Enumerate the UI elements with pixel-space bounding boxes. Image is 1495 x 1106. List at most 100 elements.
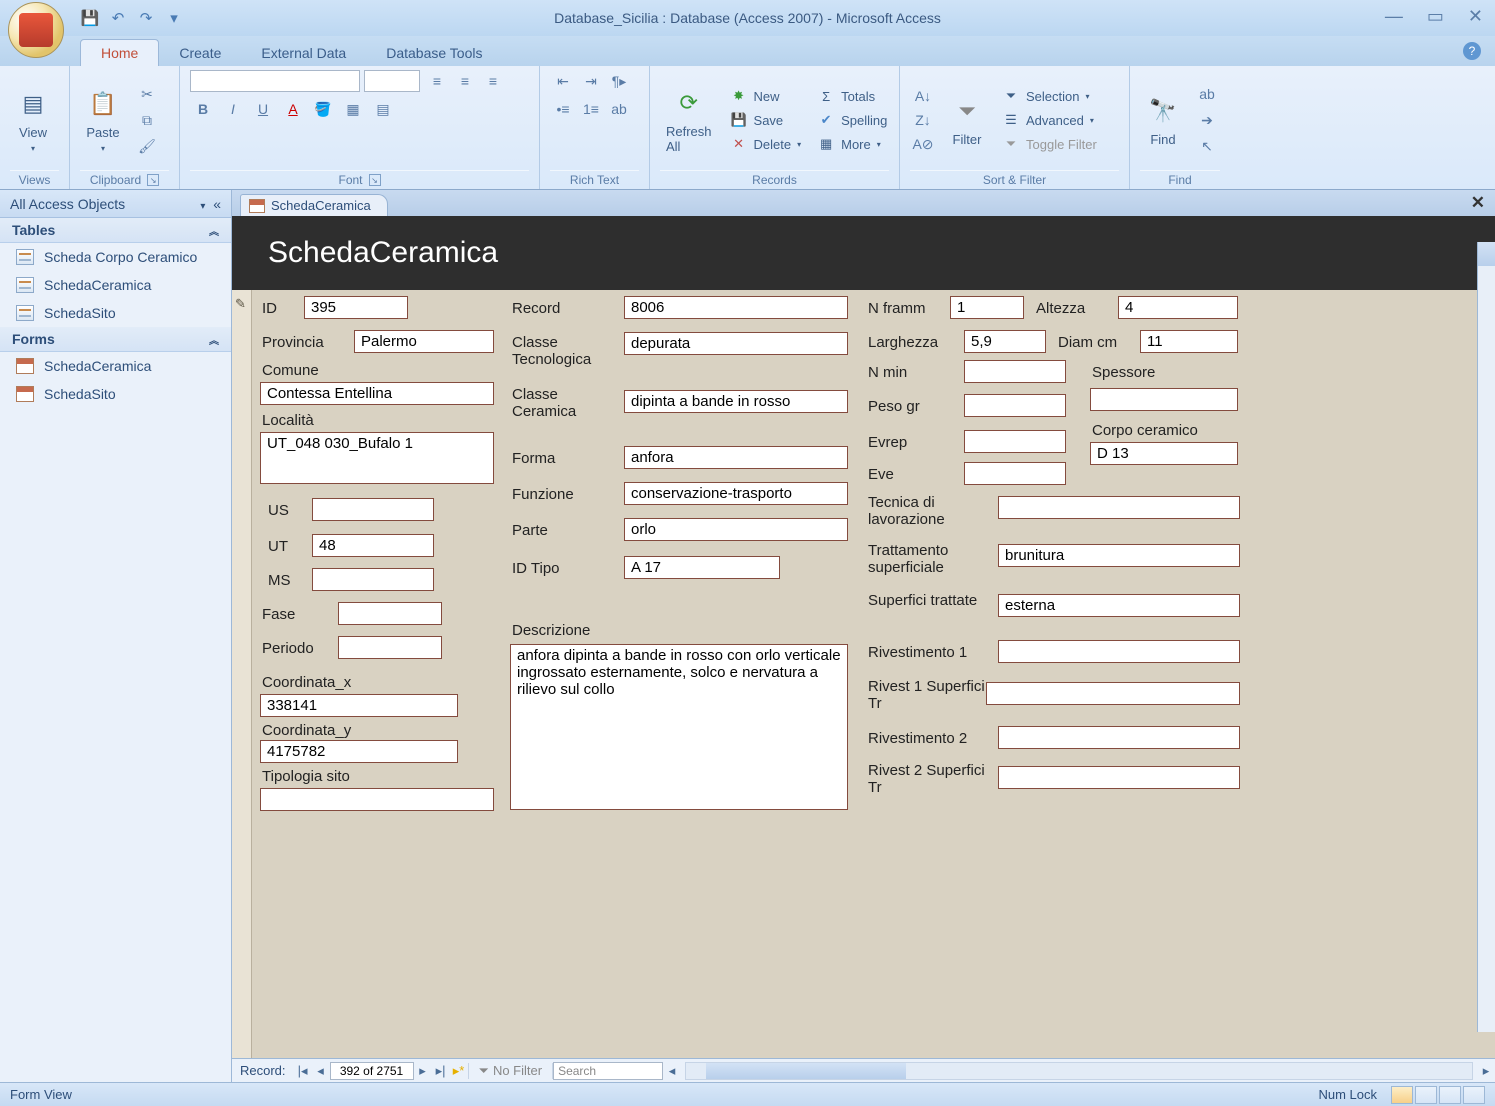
field-comune[interactable]	[260, 382, 494, 405]
font-name-combo[interactable]	[190, 70, 360, 92]
record-search-input[interactable]	[553, 1062, 663, 1080]
font-dialog-launcher[interactable]: ↘	[369, 174, 381, 186]
field-peso[interactable]	[964, 394, 1066, 417]
vertical-scrollbar[interactable]	[1477, 242, 1495, 1032]
gridlines-icon[interactable]: ▦	[340, 98, 366, 120]
fill-color-icon[interactable]: 🪣	[310, 98, 336, 120]
field-classe-cer[interactable]	[624, 390, 848, 413]
font-color-icon[interactable]: A	[280, 98, 306, 120]
field-tratt-sup[interactable]	[998, 544, 1240, 567]
copy-icon[interactable]: ⧉	[134, 109, 160, 131]
new-record-button[interactable]: ▸*	[450, 1062, 468, 1080]
field-corpo[interactable]	[1090, 442, 1238, 465]
view-datasheet-button[interactable]	[1415, 1086, 1437, 1104]
sort-desc-icon[interactable]: Z↓	[910, 109, 936, 131]
field-coord-x[interactable]	[260, 694, 458, 717]
view-form-button[interactable]	[1391, 1086, 1413, 1104]
nav-section-tables[interactable]: Tables︽	[0, 218, 231, 243]
more-button[interactable]: ▦More▾	[813, 134, 891, 154]
increase-list-icon[interactable]: ⇥	[578, 70, 604, 92]
delete-record-button[interactable]: ✕Delete▾	[726, 134, 806, 154]
shutter-collapse-icon[interactable]: «	[213, 196, 221, 212]
bullets-icon[interactable]: •≡	[550, 98, 576, 120]
field-riv1st[interactable]	[986, 682, 1240, 705]
field-fase[interactable]	[338, 602, 442, 625]
find-button[interactable]: 🔭Find	[1140, 92, 1186, 149]
field-eve[interactable]	[964, 462, 1066, 485]
scroll-thumb[interactable]	[706, 1063, 906, 1079]
field-id[interactable]	[304, 296, 408, 319]
align-right-icon[interactable]: ≡	[480, 70, 506, 92]
alt-row-color-icon[interactable]: ▤	[370, 98, 396, 120]
save-icon[interactable]: 💾	[80, 8, 100, 28]
field-classe-tecn[interactable]	[624, 332, 848, 355]
totals-button[interactable]: ΣTotals	[813, 86, 891, 106]
field-parte[interactable]	[624, 518, 848, 541]
toggle-filter-button[interactable]: ⏷Toggle Filter	[998, 134, 1101, 154]
goto-icon[interactable]: ➔	[1194, 109, 1220, 131]
select-icon[interactable]: ↖	[1194, 135, 1220, 157]
field-periodo[interactable]	[338, 636, 442, 659]
undo-icon[interactable]: ↶	[108, 8, 128, 28]
format-painter-icon[interactable]: 🖌	[134, 135, 160, 157]
field-riv1[interactable]	[998, 640, 1240, 663]
field-spessore[interactable]	[1090, 388, 1238, 411]
underline-button[interactable]: U	[250, 98, 276, 120]
paste-button[interactable]: 📋Paste▾	[80, 85, 126, 155]
qat-customize-icon[interactable]: ▾	[164, 8, 184, 28]
horizontal-scrollbar[interactable]	[685, 1062, 1473, 1080]
clear-sort-icon[interactable]: A⊘	[910, 133, 936, 155]
view-layout-button[interactable]	[1439, 1086, 1461, 1104]
nav-section-forms[interactable]: Forms︽	[0, 327, 231, 352]
nav-header[interactable]: All Access Objects ▾ «	[0, 190, 231, 218]
field-localita[interactable]	[260, 432, 494, 484]
nav-item-table[interactable]: Scheda Corpo Ceramico	[0, 243, 231, 271]
office-button[interactable]	[8, 2, 64, 58]
field-evrep[interactable]	[964, 430, 1066, 453]
first-record-button[interactable]: |◂	[294, 1062, 312, 1080]
selection-button[interactable]: ⏷Selection▾	[998, 86, 1101, 106]
field-record[interactable]	[624, 296, 848, 319]
close-document-button[interactable]: ✕	[1471, 193, 1485, 213]
sort-asc-icon[interactable]: A↓	[910, 85, 936, 107]
hscroll-left-button[interactable]: ◂	[663, 1062, 681, 1080]
record-selector-gutter[interactable]	[232, 290, 252, 1058]
field-altezza[interactable]	[1118, 296, 1238, 319]
field-tecnica[interactable]	[998, 496, 1240, 519]
ltr-icon[interactable]: ¶▸	[606, 70, 632, 92]
field-nmin[interactable]	[964, 360, 1066, 383]
field-us[interactable]	[312, 498, 434, 521]
save-record-button[interactable]: 💾Save	[726, 110, 806, 130]
minimize-button[interactable]: —	[1385, 6, 1403, 27]
field-forma[interactable]	[624, 446, 848, 469]
bold-button[interactable]: B	[190, 98, 216, 120]
decrease-list-icon[interactable]: ⇤	[550, 70, 576, 92]
maximize-button[interactable]: ▭	[1427, 6, 1444, 27]
tab-home[interactable]: Home	[80, 39, 159, 66]
cut-icon[interactable]: ✂	[134, 83, 160, 105]
filter-button[interactable]: ⏷Filter	[944, 92, 990, 149]
new-record-button[interactable]: ✸New	[726, 86, 806, 106]
italic-button[interactable]: I	[220, 98, 246, 120]
replace-icon[interactable]: ab	[1194, 83, 1220, 105]
prev-record-button[interactable]: ◂	[312, 1062, 330, 1080]
field-sup-tratt[interactable]	[998, 594, 1240, 617]
tab-database-tools[interactable]: Database Tools	[366, 40, 502, 66]
field-ut[interactable]	[312, 534, 434, 557]
field-id-tipo[interactable]	[624, 556, 780, 579]
chevron-down-icon[interactable]: ▾	[200, 201, 205, 212]
field-tipologia-sito[interactable]	[260, 788, 494, 811]
spelling-button[interactable]: ✔Spelling	[813, 110, 891, 130]
nav-item-form[interactable]: SchedaCeramica	[0, 352, 231, 380]
view-design-button[interactable]	[1463, 1086, 1485, 1104]
document-tab[interactable]: SchedaCeramica	[240, 194, 388, 216]
numbering-icon[interactable]: 1≡	[578, 98, 604, 120]
field-larghezza[interactable]	[964, 330, 1046, 353]
record-position-input[interactable]	[330, 1062, 414, 1080]
advanced-button[interactable]: ☰Advanced▾	[998, 110, 1101, 130]
font-size-combo[interactable]	[364, 70, 420, 92]
align-left-icon[interactable]: ≡	[424, 70, 450, 92]
field-descrizione[interactable]	[510, 644, 848, 810]
field-coord-y[interactable]	[260, 740, 458, 763]
field-riv2[interactable]	[998, 726, 1240, 749]
